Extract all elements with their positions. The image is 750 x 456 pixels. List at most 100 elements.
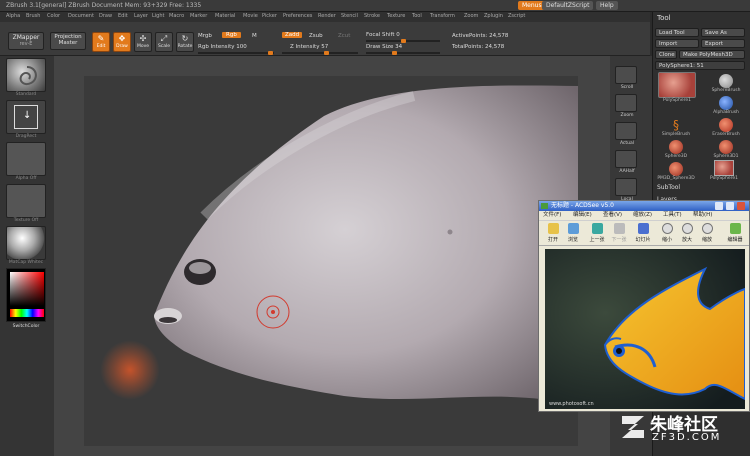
tool-pm3d-sphere3d[interactable]: PM3D_Sphere3D (657, 162, 695, 181)
menu-color[interactable]: Color (47, 13, 60, 19)
rotate-button[interactable]: ↻ Rotate (176, 32, 194, 52)
menu-alpha[interactable]: Alpha (6, 13, 20, 19)
maximize-icon[interactable] (726, 202, 734, 210)
previous-button[interactable]: 上一张 (587, 223, 607, 243)
save-as-button[interactable]: Save As (701, 28, 745, 37)
export-button[interactable]: Export (701, 39, 745, 48)
make-polymesh3d-button[interactable]: Make PolyMesh3D (679, 50, 745, 59)
rgb-intensity-knob[interactable] (268, 51, 273, 55)
draw-size-slider[interactable] (366, 51, 440, 55)
tool-sphere3d[interactable]: Sphere3D (661, 140, 691, 159)
tool-alphabrush[interactable]: AlphaBrush (711, 96, 741, 115)
slideshow-button[interactable]: 幻灯片 (633, 223, 653, 243)
focal-shift-slider[interactable] (366, 39, 440, 43)
menu-zplugin[interactable]: Zplugin (484, 13, 503, 19)
actual-button[interactable] (615, 122, 637, 140)
acdsee-menu-zoom[interactable]: 缩放(Z) (633, 211, 652, 220)
menu-zscript[interactable]: Zscript (508, 13, 525, 19)
menu-document[interactable]: Document (68, 13, 94, 19)
aahalf-button[interactable] (615, 150, 637, 168)
zoom-button[interactable] (615, 94, 637, 112)
tool-spherebrush[interactable]: SphereBrush (711, 74, 741, 93)
menu-transform[interactable]: Transform (430, 13, 455, 19)
zoom-out-button[interactable]: 缩小 (657, 223, 677, 243)
tool-polysphere-small[interactable]: PolySphere1 (703, 160, 745, 181)
menu-layer[interactable]: Layer (134, 13, 148, 19)
subtool-section[interactable]: SubTool (657, 184, 680, 191)
acdsee-menu-help[interactable]: 帮助(H) (693, 211, 712, 220)
rgb-toggle[interactable]: Rgb (222, 32, 241, 38)
menu-tool[interactable]: Tool (412, 13, 422, 19)
edit-button[interactable]: ✎ Edit (92, 32, 110, 52)
tool-polysphere-large[interactable]: PolySphere1 (655, 72, 699, 103)
menu-brush[interactable]: Brush (26, 13, 40, 19)
draw-button[interactable]: ✥ Draw (113, 32, 131, 52)
zcut-toggle[interactable]: Zcut (338, 33, 350, 39)
projection-master-button[interactable]: Projection Master (50, 32, 86, 50)
switch-color-button[interactable]: SwitchColor (4, 324, 48, 329)
menu-stroke[interactable]: Stroke (364, 13, 380, 19)
menu-stencil[interactable]: Stencil (341, 13, 358, 19)
z-intensity-knob[interactable] (324, 51, 329, 55)
acdsee-menu-file[interactable]: 文件(F) (543, 211, 561, 220)
m-toggle[interactable]: M (252, 33, 257, 39)
zadd-toggle[interactable]: Zadd (282, 32, 303, 38)
menu-draw[interactable]: Draw (99, 13, 112, 19)
hue-strip[interactable] (10, 309, 44, 317)
import-button[interactable]: Import (655, 39, 699, 48)
brush-thumbnail[interactable] (6, 58, 46, 92)
clone-button[interactable]: Clone (655, 50, 677, 59)
menu-preferences[interactable]: Preferences (283, 13, 312, 19)
move-button[interactable]: ✣ Move (134, 32, 152, 52)
tool-sphere3d1[interactable]: Sphere3D1 (711, 140, 741, 159)
zmapper-button[interactable]: ZMapper rev-E (8, 32, 44, 50)
open-label: 打开 (547, 237, 558, 243)
focal-shift-knob[interactable] (401, 39, 406, 43)
menu-zoom[interactable]: Zoom (464, 13, 478, 19)
default-zscript-button[interactable]: DefaultZScript (542, 1, 594, 10)
standard-brush-icon (19, 66, 37, 85)
minimize-icon[interactable] (715, 202, 723, 210)
local-button[interactable] (615, 178, 637, 196)
rgb-intensity-slider[interactable] (198, 51, 274, 55)
close-icon[interactable] (737, 202, 745, 210)
load-tool-button[interactable]: Load Tool (655, 28, 699, 37)
tool-eraserbrush[interactable]: EraserBrush (711, 118, 741, 137)
color-picker[interactable] (6, 268, 46, 322)
menu-material[interactable]: Material (215, 13, 235, 19)
scroll-button[interactable] (615, 66, 637, 84)
editor-button[interactable]: 编辑器 (725, 223, 745, 243)
acdsee-menu-tools[interactable]: 工具(T) (663, 211, 682, 220)
material-thumbnail[interactable] (6, 226, 46, 260)
menu-marker[interactable]: Marker (190, 13, 207, 19)
browse-button[interactable]: 浏览 (563, 223, 583, 243)
open-button[interactable]: 打开 (543, 223, 563, 243)
stroke-thumbnail[interactable]: ↓ (6, 100, 46, 134)
menu-picker[interactable]: Picker (262, 13, 277, 19)
menu-render[interactable]: Render (318, 13, 336, 19)
next-button[interactable]: 下一张 (609, 223, 629, 243)
active-points-readout: ActivePoints: 24,578 (452, 33, 509, 39)
tool-label: PolySphere1 (663, 98, 691, 103)
zsub-toggle[interactable]: Zsub (309, 33, 323, 39)
menu-texture[interactable]: Texture (387, 13, 405, 19)
zoom-in-button[interactable]: 放大 (677, 223, 697, 243)
color-square[interactable] (10, 272, 44, 306)
zoom-fit-button[interactable]: 缩放 (697, 223, 717, 243)
current-tool-slider[interactable]: PolySphere1: 51 (655, 61, 745, 70)
scale-icon: ⤢ (160, 34, 168, 43)
tool-simplebrush[interactable]: § SimpleBrush (661, 118, 691, 137)
alpha-thumbnail[interactable] (6, 142, 46, 176)
menu-edit[interactable]: Edit (118, 13, 128, 19)
acdsee-menu-edit[interactable]: 编辑(E) (573, 211, 592, 220)
menu-macro[interactable]: Macro (169, 13, 184, 19)
scale-button[interactable]: ⤢ Scale (155, 32, 173, 52)
mrgb-toggle[interactable]: Mrgb (198, 33, 212, 39)
z-intensity-slider[interactable] (282, 51, 358, 55)
help-button[interactable]: Help (596, 1, 618, 10)
menu-movie[interactable]: Movie (243, 13, 258, 19)
texture-thumbnail[interactable] (6, 184, 46, 218)
acdsee-menu-view[interactable]: 查看(V) (603, 211, 622, 220)
menu-light[interactable]: Light (152, 13, 164, 19)
draw-size-knob[interactable] (392, 51, 397, 55)
